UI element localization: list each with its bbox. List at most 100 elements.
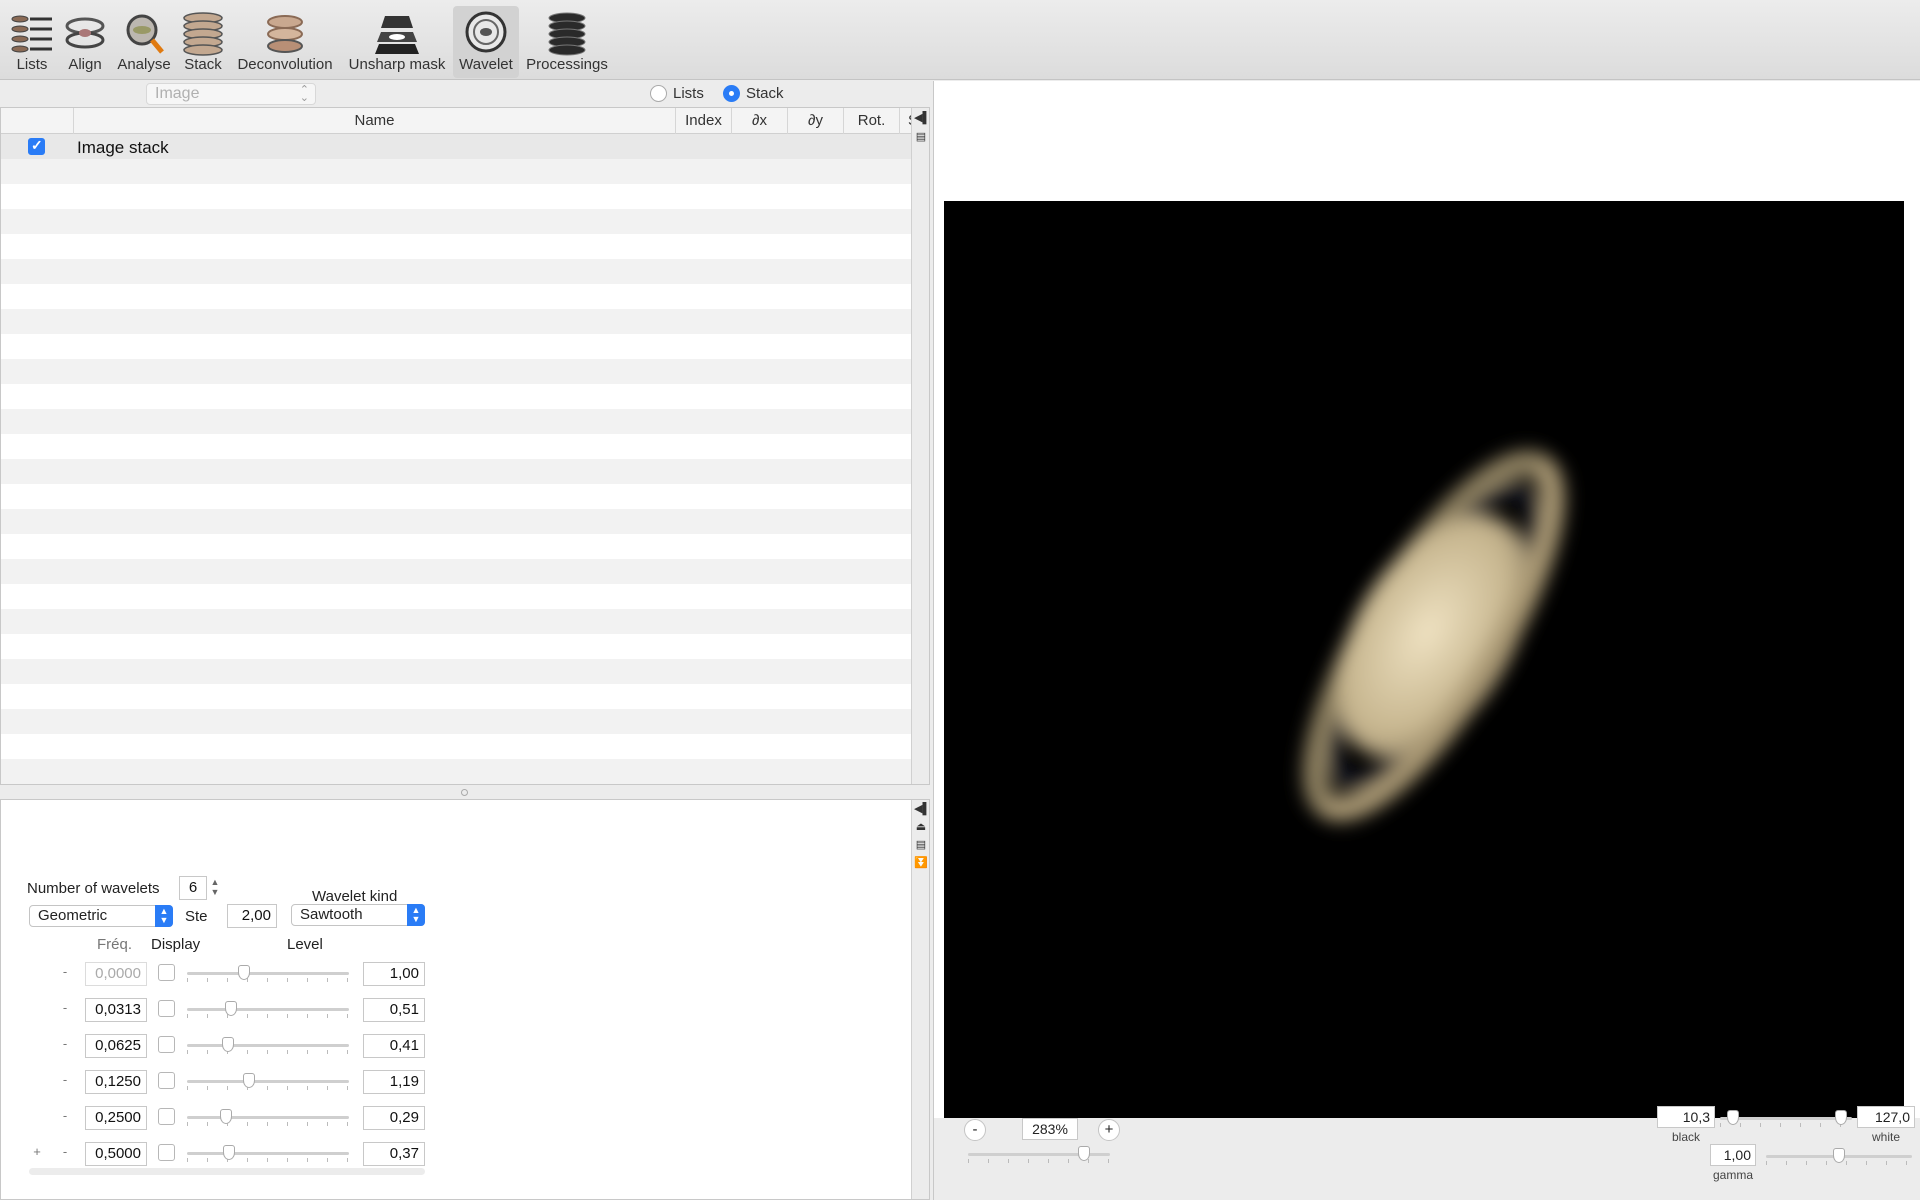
gamma-slider[interactable]	[1766, 1148, 1912, 1165]
col-rot-header[interactable]: Rot.	[843, 108, 899, 134]
level-slider[interactable]	[187, 1073, 349, 1090]
toolbar-unsharp-mask-button[interactable]: Unsharp mask	[344, 6, 450, 78]
level-slider[interactable]	[187, 965, 349, 982]
display-checkbox[interactable]	[158, 1000, 175, 1017]
level-slider[interactable]	[187, 1037, 349, 1054]
toolbar-deconvolution-label: Deconvolution	[237, 56, 333, 73]
toolbar-deconvolution-button[interactable]: Deconvolution	[232, 6, 338, 78]
left-pane: Image ⌃ ⌄ Lists Stack Name Index ∂x ∂y Ro…	[0, 81, 932, 1200]
toolbar-lists-button[interactable]: Lists	[4, 6, 60, 78]
table-row[interactable]: Image stack	[1, 134, 911, 159]
image-canvas[interactable]	[944, 201, 1904, 1118]
collapse-left-icon[interactable]: ◀▌	[914, 111, 929, 125]
toolbar-processings-button[interactable]: Processings	[522, 6, 612, 78]
remove-row-button[interactable]: -	[57, 1109, 73, 1125]
toolbar-lists-label: Lists	[16, 56, 48, 73]
level-field[interactable]: 0,29	[363, 1106, 425, 1130]
black-level-field[interactable]: 10,3	[1657, 1106, 1715, 1128]
freq-field[interactable]: 0,2500	[85, 1106, 147, 1130]
step-label: Ste	[185, 908, 208, 925]
processings-icon	[548, 12, 586, 56]
display-checkbox[interactable]	[158, 1144, 175, 1161]
wavelet-kind-popup[interactable]: Sawtooth ▲ ▼	[291, 904, 425, 926]
stack-icon	[183, 12, 223, 56]
level-slider[interactable]	[187, 1109, 349, 1126]
progression-popup[interactable]: Geometric ▲ ▼	[29, 905, 173, 927]
gamma-field[interactable]: 1,00	[1710, 1144, 1756, 1166]
level-field[interactable]: 0,41	[363, 1034, 425, 1058]
level-slider[interactable]	[187, 1145, 349, 1162]
toolbar-analyse-button[interactable]: Analyse	[112, 6, 176, 78]
popup-arrows-icon: ▲ ▼	[155, 905, 173, 927]
remove-row-button[interactable]: -	[57, 1001, 73, 1017]
freq-field[interactable]: 0,0625	[85, 1034, 147, 1058]
remove-row-button[interactable]: -	[57, 1145, 73, 1161]
analyse-icon	[126, 14, 164, 54]
zoom-field[interactable]: 283%	[1022, 1118, 1078, 1140]
arrow-down-icon[interactable]: ⏬	[914, 856, 928, 870]
freq-field[interactable]: 0,0313	[85, 998, 147, 1022]
image-table: Name Index ∂x ∂y Rot. S Image stack ◀▌ ▤	[0, 107, 930, 785]
level-field[interactable]: 0,37	[363, 1142, 425, 1166]
zoom-out-button[interactable]: -	[964, 1119, 986, 1141]
wavelet-panel: ◀▌ ⏏ ▤ ⏬ Number of wavelets 6 ▲ ▼ Wavelet…	[0, 799, 930, 1200]
add-row-button[interactable]: +	[29, 1145, 45, 1161]
wavelet-side-controls: ◀▌ ⏏ ▤ ⏬	[911, 800, 930, 1199]
col-name-header[interactable]: Name	[73, 108, 675, 134]
stack-radio[interactable]	[723, 85, 740, 102]
freq-header: Fréq.	[97, 936, 133, 953]
col-check-header[interactable]	[1, 108, 73, 134]
display-checkbox[interactable]	[158, 1108, 175, 1125]
image-viewer: - 283% + 10,3 black 127,0 white 1,00 gam…	[933, 81, 1920, 1200]
zoom-in-button[interactable]: +	[1098, 1119, 1120, 1141]
black-level-label: black	[1671, 1130, 1700, 1144]
row-checkbox[interactable]	[28, 137, 45, 155]
lists-radio[interactable]	[650, 85, 667, 102]
toolbar-wavelet-label: Wavelet	[459, 56, 513, 73]
number-of-wavelets-field[interactable]: 6	[179, 876, 207, 900]
col-dy-header[interactable]: ∂y	[787, 108, 843, 134]
freq-field[interactable]: 0,0000	[85, 962, 147, 986]
table-header: Name Index ∂x ∂y Rot. S	[1, 108, 911, 134]
remove-row-button[interactable]: -	[57, 1037, 73, 1053]
remove-row-button[interactable]: -	[57, 1073, 73, 1089]
level-slider[interactable]	[187, 1001, 349, 1018]
toolbar-wavelet-button[interactable]: Wavelet	[453, 6, 519, 78]
col-dx-header[interactable]: ∂x	[731, 108, 787, 134]
horizontal-scrollbar[interactable]	[29, 1168, 425, 1175]
col-index-header[interactable]: Index	[675, 108, 731, 134]
white-level-label: white	[1871, 1130, 1900, 1144]
toolbar-align-button[interactable]: Align	[60, 6, 110, 78]
level-header: Level	[287, 936, 323, 953]
col-s-header[interactable]: S	[899, 108, 911, 134]
deconvolution-icon	[267, 15, 303, 53]
display-checkbox[interactable]	[158, 964, 175, 981]
black-white-slider[interactable]	[1720, 1110, 1852, 1127]
list-view-icon[interactable]: ▤	[914, 838, 928, 852]
collapse-left-icon[interactable]: ◀▌	[914, 802, 930, 816]
white-level-field[interactable]: 127,0	[1857, 1106, 1915, 1128]
image-popup[interactable]: Image ⌃ ⌄	[146, 83, 316, 105]
viewer-controls: - 283% + 10,3 black 127,0 white 1,00 gam…	[934, 1106, 1920, 1200]
table-side-controls: ◀▌ ▤	[911, 108, 929, 784]
horizontal-split-handle[interactable]	[0, 785, 932, 800]
display-checkbox[interactable]	[158, 1036, 175, 1053]
remove-row-button[interactable]: -	[57, 965, 73, 981]
toolbar: Lists Align Analyse Stack Deconvolution …	[0, 0, 1920, 80]
popup-arrows-icon: ⌃ ⌄	[299, 84, 309, 104]
freq-field[interactable]: 0,1250	[85, 1070, 147, 1094]
freq-field[interactable]: 0,5000	[85, 1142, 147, 1166]
level-field[interactable]: 1,19	[363, 1070, 425, 1094]
display-checkbox[interactable]	[158, 1072, 175, 1089]
list-view-icon[interactable]: ▤	[914, 130, 928, 144]
level-field[interactable]: 1,00	[363, 962, 425, 986]
split-handle-dot	[461, 789, 468, 796]
level-field[interactable]: 0,51	[363, 998, 425, 1022]
toolbar-stack-button[interactable]: Stack	[178, 6, 228, 78]
eject-up-icon[interactable]: ⏏	[914, 820, 928, 834]
zoom-slider[interactable]	[968, 1146, 1110, 1163]
number-stepper[interactable]: ▲ ▼	[209, 877, 221, 899]
table-rows: Image stack	[1, 134, 911, 784]
step-field[interactable]: 2,00	[227, 904, 277, 928]
wavelet-kind-value: Sawtooth	[300, 906, 363, 923]
